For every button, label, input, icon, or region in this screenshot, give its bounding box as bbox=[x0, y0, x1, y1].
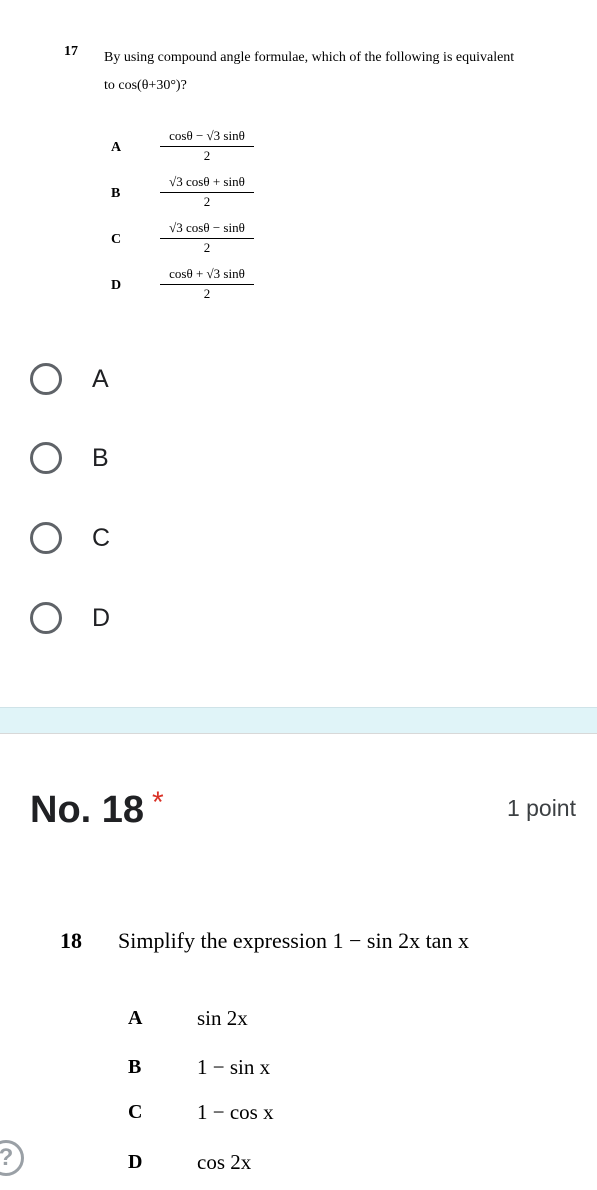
question-to: to bbox=[104, 78, 115, 93]
option-letter-b: B bbox=[128, 1056, 142, 1078]
question-17-image: 17 By using compound angle formulae, whi… bbox=[0, 0, 597, 320]
radio-option-b[interactable]: B bbox=[30, 438, 109, 478]
question-number: 17 bbox=[64, 44, 78, 59]
question-prefix: Simplify the expression bbox=[118, 928, 327, 953]
denominator: 2 bbox=[203, 240, 211, 255]
option-a-expression: sin 2x bbox=[197, 1006, 248, 1030]
radio-label: C bbox=[92, 523, 111, 552]
option-d-expression: cos 2x bbox=[197, 1150, 252, 1174]
option-letter-a: A bbox=[111, 140, 122, 155]
question-title-text: No. 18 bbox=[30, 789, 145, 831]
radio-label: A bbox=[92, 364, 109, 393]
radio-button[interactable] bbox=[30, 363, 62, 395]
numerator: √3 cosθ − sinθ bbox=[160, 220, 254, 239]
option-letter-b: B bbox=[111, 186, 121, 201]
denominator: 2 bbox=[203, 194, 211, 209]
radio-option-d[interactable]: D bbox=[30, 598, 110, 638]
question-expression: cos(θ+30°)? bbox=[118, 78, 187, 93]
radio-option-c[interactable]: C bbox=[30, 518, 110, 558]
option-b-expression: 1 − sin x bbox=[197, 1055, 271, 1079]
question-title: No. 18 * bbox=[30, 786, 164, 832]
option-letter-c: C bbox=[128, 1101, 143, 1123]
question-prefix: By using compound angle formulae, which … bbox=[104, 50, 515, 65]
option-d-fraction: cosθ + √3 sinθ 2 bbox=[160, 266, 254, 302]
radio-option-a[interactable]: A bbox=[30, 359, 109, 399]
option-a-fraction: cosθ − √3 sinθ 2 bbox=[160, 128, 254, 164]
radio-label: B bbox=[92, 443, 109, 472]
question-text: Simplify the expression 1 − sin 2x tan x bbox=[118, 928, 469, 954]
radio-button[interactable] bbox=[30, 522, 62, 554]
numerator: √3 cosθ + sinθ bbox=[160, 174, 254, 193]
radio-button[interactable] bbox=[30, 442, 62, 474]
option-letter-d: D bbox=[128, 1151, 143, 1173]
radio-label: D bbox=[92, 603, 111, 632]
option-letter-c: C bbox=[111, 232, 122, 247]
option-letter-d: D bbox=[111, 278, 122, 293]
numerator: cosθ + √3 sinθ bbox=[160, 266, 254, 285]
denominator: 2 bbox=[203, 148, 211, 163]
numerator: cosθ − √3 sinθ bbox=[160, 128, 254, 147]
denominator: 2 bbox=[203, 286, 211, 301]
section-divider bbox=[0, 707, 597, 734]
option-c-expression: 1 − cos x bbox=[197, 1100, 274, 1124]
question-number: 18 bbox=[60, 928, 82, 953]
question-text: By using compound angle formulae, which … bbox=[104, 44, 574, 100]
option-letter-a: A bbox=[128, 1007, 143, 1029]
required-asterisk: * bbox=[152, 786, 164, 819]
option-c-fraction: √3 cosθ − sinθ 2 bbox=[160, 220, 254, 256]
option-b-fraction: √3 cosθ + sinθ 2 bbox=[160, 174, 254, 210]
points-label: 1 point bbox=[506, 795, 576, 821]
help-icon[interactable]: ? bbox=[0, 1140, 24, 1176]
question-expression: 1 − sin 2x tan x bbox=[332, 928, 469, 953]
radio-button[interactable] bbox=[30, 602, 62, 634]
